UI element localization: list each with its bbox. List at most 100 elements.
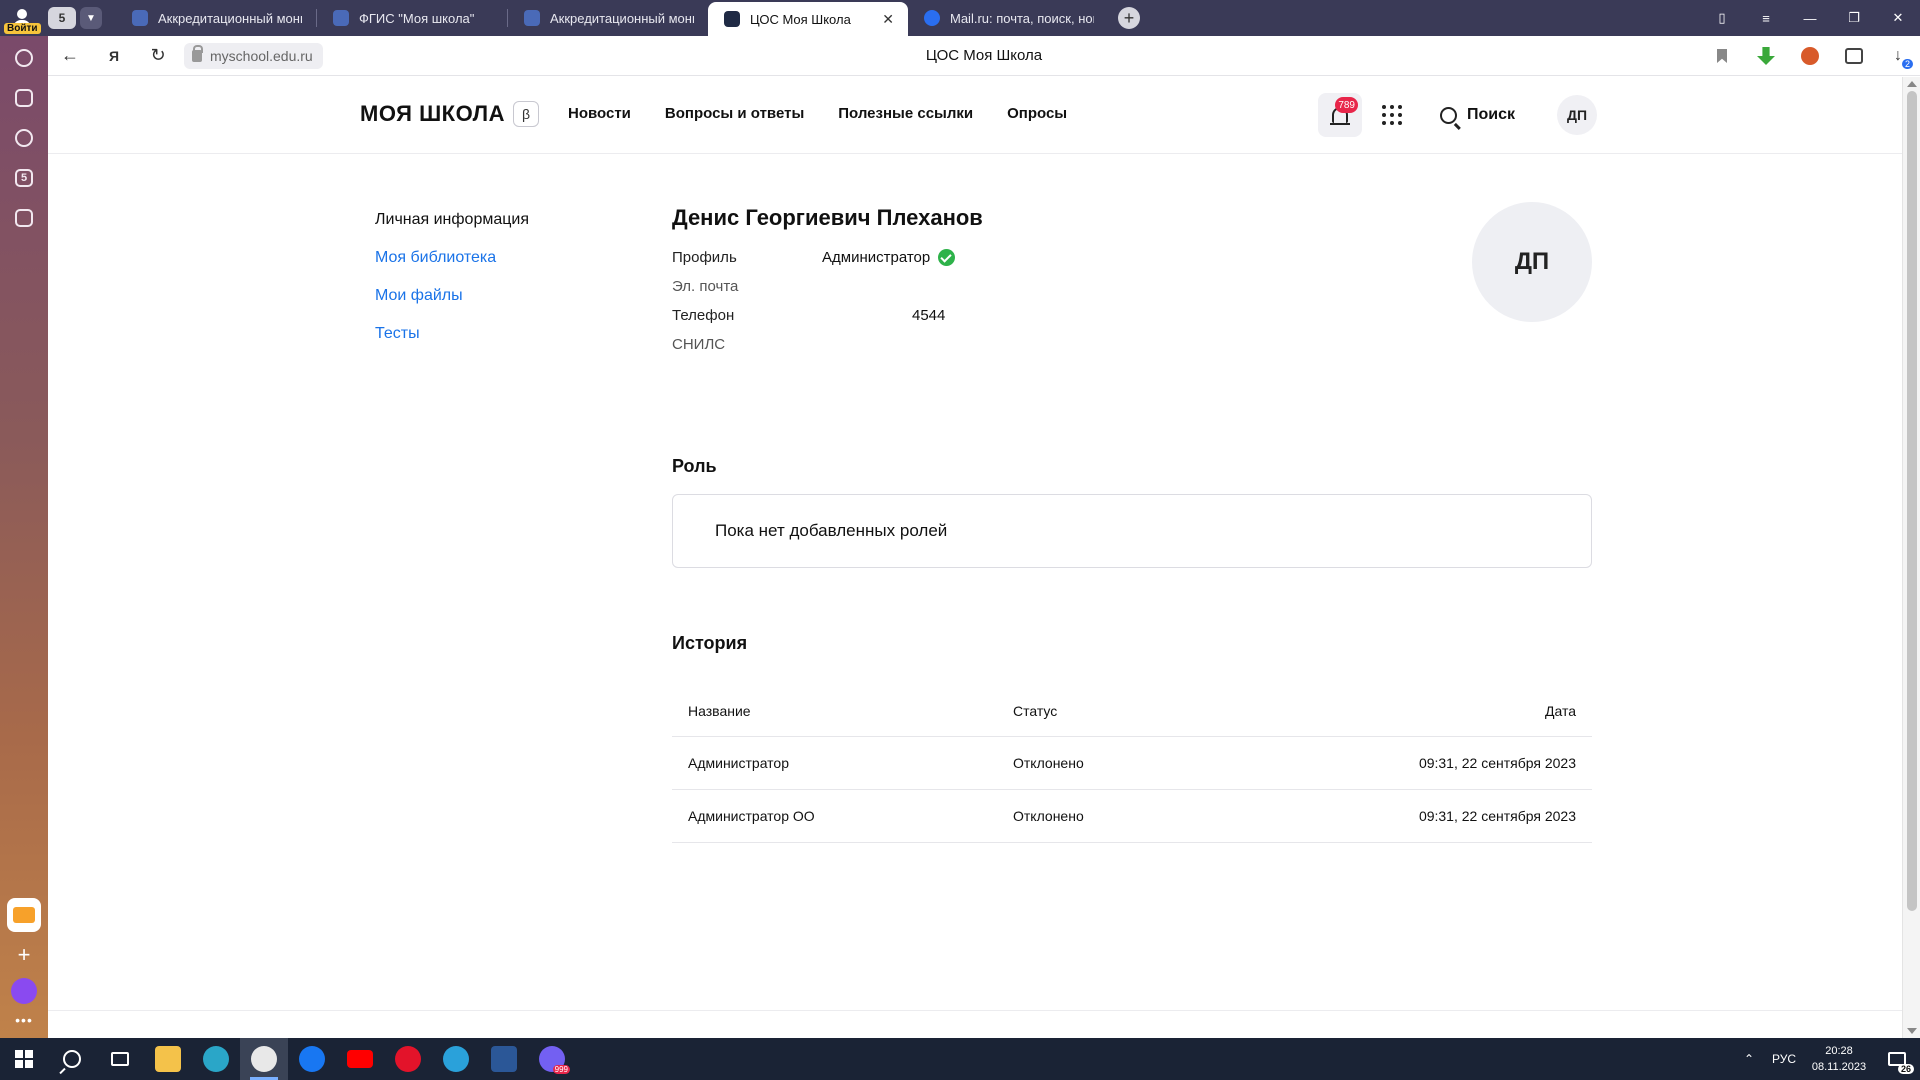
footer-divider [48,1010,1902,1011]
reload-icon[interactable]: ↻ [136,36,180,76]
tab-title: ЦОС Моя Школа [750,11,851,27]
menu-tests[interactable]: Тесты [375,325,529,343]
facebook-icon [299,1046,325,1072]
scrollbar-thumb[interactable] [1907,91,1917,911]
start-button[interactable] [0,1038,48,1080]
tab-list-dropdown[interactable]: ▼ [80,7,102,29]
url-field[interactable]: myschool.edu.ru [184,42,323,69]
tab-counter-button[interactable]: 5 [48,7,76,29]
add-panel-icon[interactable]: + [0,940,48,970]
file-explorer-button[interactable] [144,1038,192,1080]
emblem-icon [524,10,540,26]
snils-label: СНИЛС [672,336,726,353]
menu-my-library[interactable]: Моя библиотека [375,249,529,267]
tab-title: Mail.ru: почта, поиск, нов [950,10,1094,26]
language-indicator[interactable]: РУС [1764,1052,1804,1066]
edge-button[interactable] [192,1038,240,1080]
opera-button[interactable] [384,1038,432,1080]
clock-time: 20:28 [1825,1045,1853,1057]
screenshot-icon[interactable] [0,198,48,238]
tabs-count-icon[interactable]: 5 [0,158,48,198]
nav-news[interactable]: Новости [568,105,631,122]
table-row: Администратор Отклонено 09:31, 22 сентяб… [672,737,1592,790]
user-full-name: Денис Георгиевич Плеханов [672,205,983,230]
site-logo[interactable]: МОЯ ШКОЛА β [360,101,539,127]
close-window-button[interactable]: ✕ [1876,0,1920,36]
browser-login-button[interactable]: Войти [0,0,44,36]
taskbar-search-button[interactable] [48,1038,96,1080]
search-icon [63,1050,81,1068]
task-view-button[interactable] [96,1038,144,1080]
windows-icon [15,1050,33,1068]
row-name: Администратор ОО [688,808,815,824]
clock-date: 08.11.2023 [1811,1061,1867,1073]
menu-my-files[interactable]: Мои файлы [375,287,529,305]
viber-button[interactable]: 999 [528,1038,576,1080]
yandex-browser-button[interactable] [240,1038,288,1080]
collections-icon[interactable] [0,78,48,118]
back-arrow-icon[interactable]: ← [48,36,92,76]
menu-personal-info[interactable]: Личная информация [375,211,529,229]
row-date: 09:31, 22 сентября 2023 [1418,808,1576,824]
chevron-down-icon: ▼ [86,12,96,24]
role-empty-box: Пока нет добавленных ролей [672,494,1592,568]
browser-tab-1[interactable]: Аккредитационный монит [116,0,316,36]
browser-tab-2[interactable]: ФГИС "Моя школа" [317,0,507,36]
user-avatar-button[interactable]: ДП [1557,95,1598,135]
minimize-button[interactable]: — [1788,0,1832,36]
folder-icon [155,1046,181,1072]
extension-download-icon[interactable] [1744,36,1788,76]
beta-badge: β [513,101,539,127]
yandex-icon[interactable]: Я [92,36,136,76]
browser-tab-active[interactable]: ЦОС Моя Школа ✕ [708,2,908,36]
nav-polls[interactable]: Опросы [1007,105,1067,122]
history-icon[interactable] [0,38,48,78]
browser-tab-3[interactable]: Аккредитационный монит [508,0,708,36]
window-controls: ▯ ≡ — ❐ ✕ [1700,0,1920,36]
tab-title: ФГИС "Моя школа" [359,10,475,26]
login-label: Войти [4,23,41,34]
nav-useful-links[interactable]: Полезные ссылки [838,105,973,122]
table-header-row: Название Статус Дата [672,685,1592,737]
bookmark-icon[interactable] [1700,36,1744,76]
edge-icon [203,1046,229,1072]
alice-assistant-icon[interactable] [11,978,37,1004]
downloads-icon[interactable]: ↓ 2 [1876,36,1920,76]
site-header: МОЯ ШКОЛА β Новости Вопросы и ответы Пол… [48,77,1902,154]
notifications-button[interactable]: 789 [1318,93,1362,137]
scroll-up-icon[interactable] [1907,81,1917,87]
task-view-icon [111,1052,129,1066]
facebook-button[interactable] [288,1038,336,1080]
tab-title: Аккредитационный монит [158,10,302,26]
telegram-button[interactable] [432,1038,480,1080]
email-label: Эл. почта [672,278,739,295]
action-center-button[interactable]: 26 [1874,1038,1920,1080]
bookmarks-panel-icon[interactable]: ▯ [1700,0,1744,36]
profile-info: Профиль Администратор Эл. почта Телефон … [672,249,1592,353]
youtube-button[interactable] [336,1038,384,1080]
scroll-down-icon[interactable] [1907,1028,1917,1034]
restore-button[interactable]: ❐ [1832,0,1876,36]
menu-icon[interactable]: ≡ [1744,0,1788,36]
close-tab-icon[interactable]: ✕ [882,11,894,28]
new-tab-button[interactable]: + [1118,7,1140,29]
word-button[interactable] [480,1038,528,1080]
browser-tab-bar: Войти 5 ▼ Аккредитационный монит ФГИС "М… [0,0,1920,36]
apps-grid-icon[interactable] [1370,93,1414,137]
page-scrollbar[interactable] [1902,77,1920,1038]
clock[interactable]: 20:28 08.11.2023 [1804,1043,1874,1075]
emblem-icon [333,10,349,26]
mail-app-icon[interactable] [7,898,41,932]
search-button[interactable]: Поиск [1440,106,1515,124]
extension-ball-icon[interactable] [1788,36,1832,76]
nav-faq[interactable]: Вопросы и ответы [665,105,804,122]
more-icon[interactable]: ••• [0,1012,48,1028]
chevron-up-icon[interactable]: ⌃ [1734,1052,1764,1066]
row-date: 09:31, 22 сентября 2023 [1418,755,1576,771]
row-status: Отклонено [1013,808,1084,824]
browser-tab-5[interactable]: Mail.ru: почта, поиск, нов [908,0,1108,36]
extensions-icon[interactable] [1832,36,1876,76]
video-icon[interactable] [0,118,48,158]
row-status: Отклонено [1013,755,1084,771]
verified-check-icon [938,249,956,266]
